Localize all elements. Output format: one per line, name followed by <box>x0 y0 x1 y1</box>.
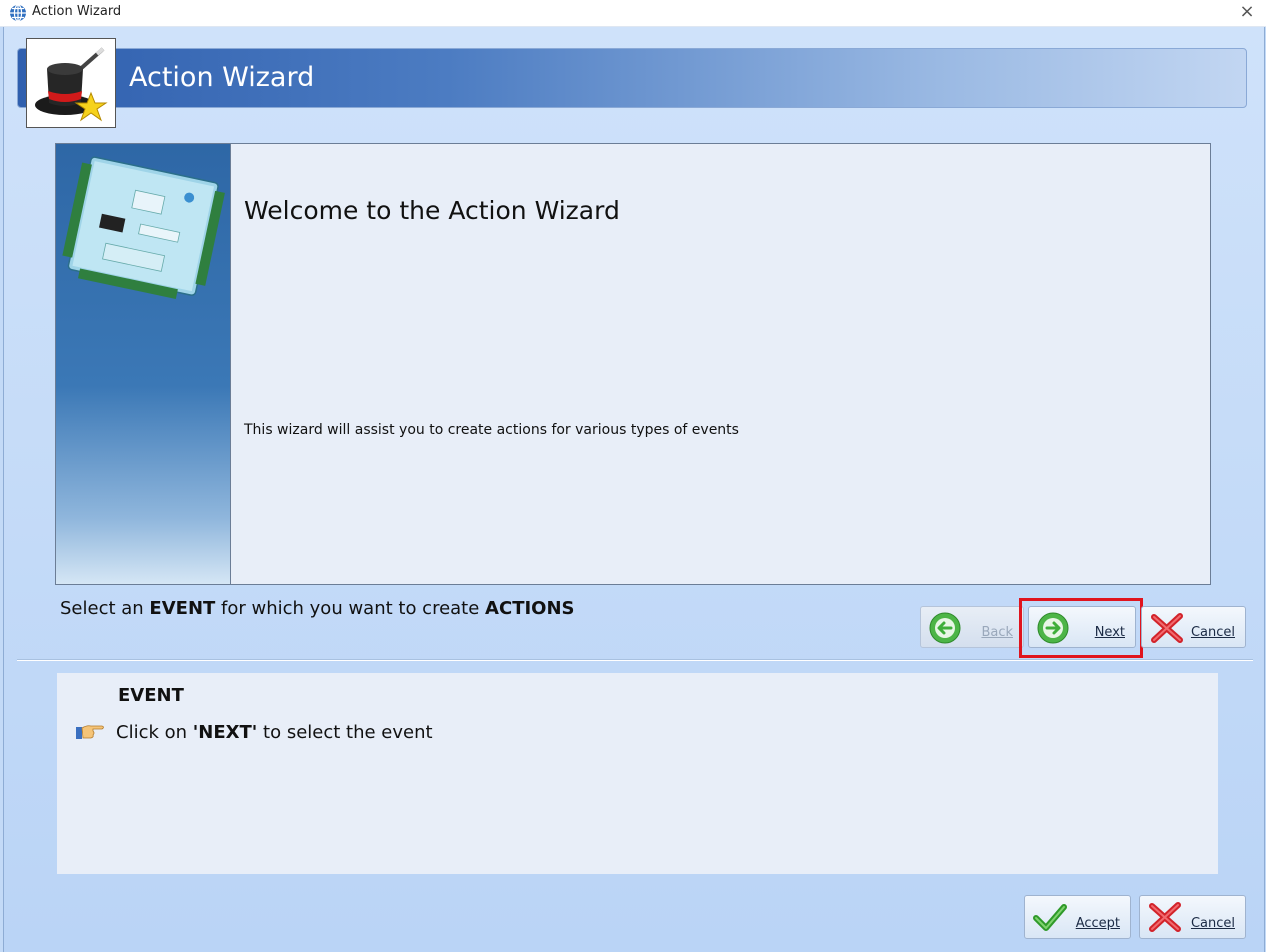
instruction-event-keyword: EVENT <box>149 598 216 619</box>
footer-cancel-label: Cancel <box>1190 916 1235 931</box>
title-bar: Action Wizard × <box>0 0 1266 27</box>
welcome-description: This wizard will assist you to create ac… <box>244 422 739 438</box>
instruction-part1: Select an <box>60 598 150 619</box>
event-hint-next-keyword: 'NEXT' <box>192 722 258 743</box>
wizard-side-image <box>56 144 231 584</box>
cancel-label: Cancel <box>1190 625 1235 640</box>
magic-hat-icon <box>26 38 116 128</box>
close-icon: × <box>1239 1 1255 22</box>
instruction-text: Select an EVENT for which you want to cr… <box>60 598 575 619</box>
welcome-title: Welcome to the Action Wizard <box>244 196 620 225</box>
window-title: Action Wizard <box>32 4 122 19</box>
back-label: Back <box>981 625 1013 640</box>
welcome-panel: Welcome to the Action Wizard This wizard… <box>55 143 1211 585</box>
accept-button[interactable]: Accept <box>1024 895 1131 939</box>
event-hint-prefix: Click on <box>116 722 193 743</box>
next-button-highlight <box>1019 598 1143 658</box>
accept-label: Accept <box>1075 916 1120 931</box>
back-arrow-icon <box>929 612 961 644</box>
event-hint: Click on 'NEXT' to select the event <box>116 722 433 743</box>
cancel-button[interactable]: Cancel <box>1141 606 1246 648</box>
event-info-box <box>57 673 1218 874</box>
back-button[interactable]: Back <box>920 606 1024 648</box>
controller-board-image <box>62 156 225 300</box>
event-heading: EVENT <box>118 685 184 706</box>
close-window-button[interactable]: × <box>1236 1 1258 23</box>
footer-cancel-button[interactable]: Cancel <box>1139 895 1246 939</box>
event-hint-suffix: to select the event <box>257 722 433 743</box>
app-globe-icon <box>10 4 26 22</box>
red-x-icon <box>1151 613 1183 643</box>
section-divider <box>17 659 1253 661</box>
instruction-actions-keyword: ACTIONS <box>485 598 575 619</box>
pointing-hand-icon <box>76 725 104 739</box>
green-check-icon <box>1033 904 1067 931</box>
header-title: Action Wizard <box>129 62 315 93</box>
red-x-icon <box>1149 902 1181 932</box>
instruction-part2: for which you want to create <box>215 598 486 619</box>
